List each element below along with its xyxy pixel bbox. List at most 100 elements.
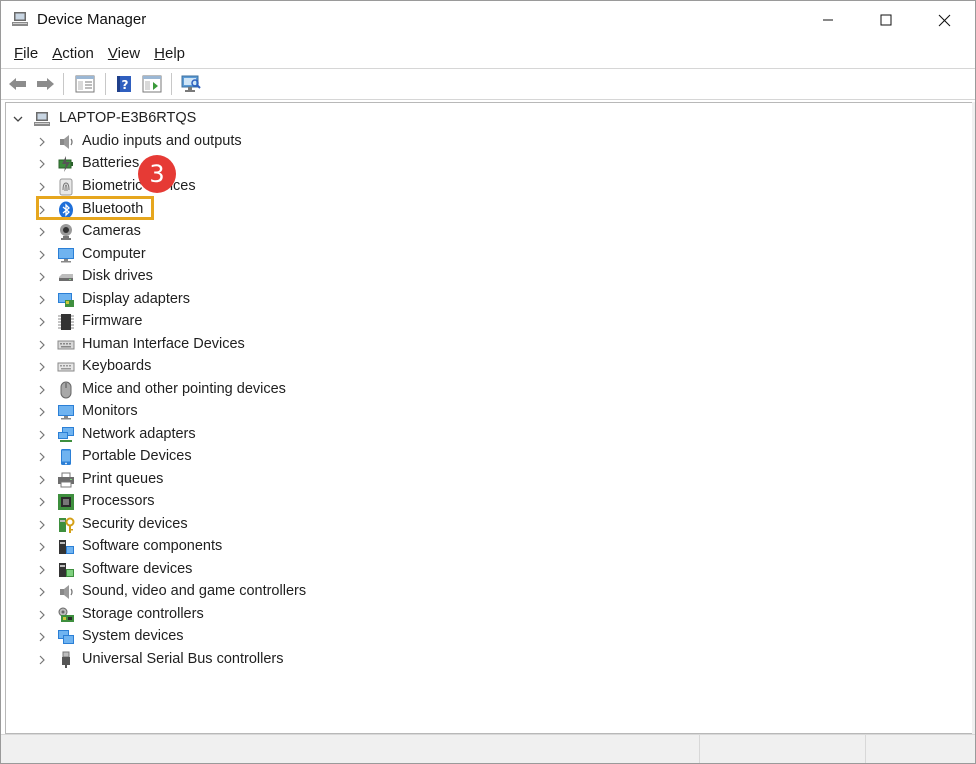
- chevron-right-icon[interactable]: [36, 451, 48, 463]
- usb-icon: [62, 651, 70, 668]
- tree-item-monitors[interactable]: Monitors: [6, 401, 966, 423]
- window-title: Device Manager: [37, 11, 147, 28]
- tree-item-display-adapters[interactable]: Display adapters: [6, 289, 966, 311]
- chevron-right-icon[interactable]: [36, 158, 48, 170]
- chevron-right-icon[interactable]: [36, 181, 48, 193]
- tree-item-mice-and-other-pointing-devices[interactable]: Mice and other pointing devices: [6, 379, 966, 401]
- properties-button[interactable]: [140, 72, 164, 96]
- status-bar-divider: [699, 735, 700, 763]
- chevron-right-icon[interactable]: [36, 294, 48, 306]
- back-button[interactable]: [6, 72, 30, 96]
- tree-item-software-components[interactable]: Software components: [6, 536, 966, 558]
- tree-item-print-queues[interactable]: Print queues: [6, 469, 966, 491]
- help-button[interactable]: ?: [112, 72, 136, 96]
- tree-item-processors[interactable]: Processors: [6, 491, 966, 513]
- chevron-right-icon[interactable]: [36, 586, 48, 598]
- tree-item-label: Cameras: [82, 223, 141, 239]
- tree-root-computer[interactable]: LAPTOP-E3B6RTQS: [6, 108, 966, 130]
- properties-icon: [142, 75, 162, 93]
- keyboard-icon: [57, 362, 75, 372]
- chevron-right-icon[interactable]: [36, 339, 48, 351]
- menu-action[interactable]: Action: [45, 41, 101, 67]
- tree-item-label: Disk drives: [82, 268, 153, 284]
- tree-item-label: Keyboards: [82, 358, 152, 374]
- chevron-right-icon[interactable]: [36, 541, 48, 553]
- storage-controller-icon: [58, 607, 74, 622]
- tree-item-label: Display adapters: [82, 291, 190, 307]
- tree-item-portable-devices[interactable]: Portable Devices: [6, 446, 966, 468]
- chevron-right-icon[interactable]: [36, 429, 48, 441]
- tree-item-system-devices[interactable]: System devices: [6, 626, 966, 648]
- display-adapter-icon: [58, 293, 74, 307]
- tree-item-label: Human Interface Devices: [82, 336, 245, 352]
- tree-item-security-devices[interactable]: Security devices: [6, 514, 966, 536]
- menu-file[interactable]: File: [7, 41, 45, 67]
- firmware-chip-icon: [58, 314, 74, 330]
- tree-item-human-interface-devices[interactable]: Human Interface Devices: [6, 334, 966, 356]
- tree-item-disk-drives[interactable]: Disk drives: [6, 266, 966, 288]
- tree-item-keyboards[interactable]: Keyboards: [6, 356, 966, 378]
- computer-name-label: LAPTOP-E3B6RTQS: [59, 110, 197, 126]
- battery-icon: [58, 156, 73, 172]
- tree-item-computer[interactable]: Computer: [6, 244, 966, 266]
- chevron-down-icon[interactable]: [12, 113, 24, 125]
- close-button[interactable]: [915, 1, 973, 39]
- tree-item-network-adapters[interactable]: Network adapters: [6, 424, 966, 446]
- sound-controller-icon: [60, 585, 73, 599]
- chevron-right-icon[interactable]: [36, 496, 48, 508]
- chevron-right-icon[interactable]: [36, 406, 48, 418]
- tree-item-sound-video-and-game-controllers[interactable]: Sound, video and game controllers: [6, 581, 966, 603]
- tree-item-label: Print queues: [82, 471, 164, 487]
- chevron-right-icon[interactable]: [36, 609, 48, 621]
- menu-bar: File Action View Help: [1, 41, 192, 67]
- chevron-right-icon[interactable]: [36, 271, 48, 283]
- forward-button[interactable]: [33, 72, 57, 96]
- device-tree[interactable]: LAPTOP-E3B6RTQS Audio inputs and outputs…: [5, 102, 972, 734]
- chevron-right-icon[interactable]: [36, 519, 48, 531]
- tree-item-label: Firmware: [82, 313, 143, 329]
- tree-item-audio-inputs-and-outputs[interactable]: Audio inputs and outputs: [6, 131, 966, 153]
- title-bar[interactable]: Device Manager: [1, 1, 975, 39]
- chevron-right-icon[interactable]: [36, 654, 48, 666]
- tree-item-firmware[interactable]: Firmware: [6, 311, 966, 333]
- chevron-right-icon[interactable]: [36, 384, 48, 396]
- maximize-button[interactable]: [857, 1, 915, 39]
- tree-item-label: Software devices: [82, 561, 193, 577]
- mouse-icon: [60, 381, 72, 399]
- portable-device-icon: [61, 449, 71, 465]
- chevron-right-icon[interactable]: [36, 226, 48, 238]
- tree-right-edge: [972, 102, 975, 734]
- device-manager-window: Device Manager File Action View Help ? L…: [0, 0, 976, 764]
- minimize-button[interactable]: [799, 1, 857, 39]
- menu-help[interactable]: Help: [147, 41, 192, 67]
- camera-icon: [60, 224, 72, 240]
- tree-item-cameras[interactable]: Cameras: [6, 221, 966, 243]
- tree-item-universal-serial-bus-controllers[interactable]: Universal Serial Bus controllers: [6, 649, 966, 671]
- disk-drive-icon: [59, 274, 73, 281]
- chevron-right-icon[interactable]: [36, 564, 48, 576]
- chevron-right-icon[interactable]: [36, 631, 48, 643]
- chevron-right-icon[interactable]: [36, 474, 48, 486]
- status-bar-divider: [865, 735, 866, 763]
- speaker-icon: [60, 135, 73, 149]
- software-component-icon: [59, 540, 74, 554]
- chevron-right-icon[interactable]: [36, 136, 48, 148]
- monitor-icon: [58, 405, 74, 420]
- security-device-icon: [59, 517, 75, 533]
- status-bar: [1, 734, 975, 763]
- scan-hardware-changes-button[interactable]: [179, 72, 203, 96]
- printer-icon: [58, 472, 74, 488]
- chevron-right-icon[interactable]: [36, 316, 48, 328]
- tree-item-label: Software components: [82, 538, 223, 554]
- show-hide-console-tree-button[interactable]: [73, 72, 97, 96]
- menu-view[interactable]: View: [101, 41, 147, 67]
- tree-item-label: Mice and other pointing devices: [82, 381, 286, 397]
- chevron-right-icon[interactable]: [36, 249, 48, 261]
- chevron-right-icon[interactable]: [36, 361, 48, 373]
- tree-item-storage-controllers[interactable]: Storage controllers: [6, 604, 966, 626]
- toolbar-separator: [63, 73, 64, 95]
- minimize-icon: [823, 19, 833, 21]
- tree-item-label: Storage controllers: [82, 606, 204, 622]
- step-number-badge: 3: [138, 155, 176, 193]
- tree-item-software-devices[interactable]: Software devices: [6, 559, 966, 581]
